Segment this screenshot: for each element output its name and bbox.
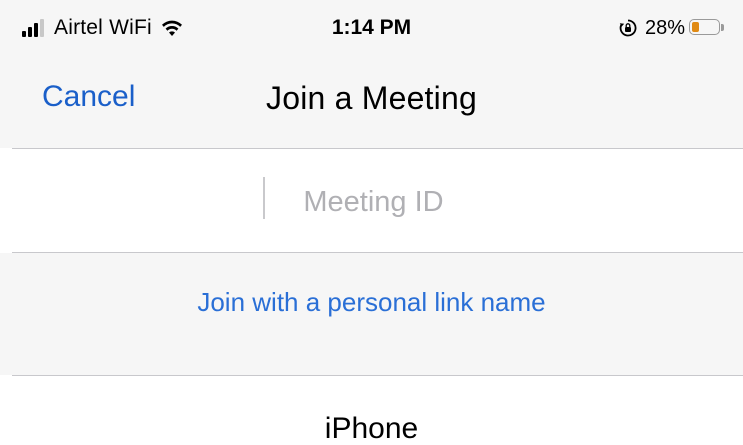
device-name-row: iPhone (0, 376, 743, 445)
status-right: 28% (619, 14, 725, 42)
orientation-lock-icon (619, 19, 637, 37)
battery-icon (689, 19, 725, 37)
personal-link-row: Join with a personal link name (0, 253, 743, 375)
status-bar: Airtel WiFi 1:14 PM 28% (0, 0, 743, 58)
meeting-id-row (0, 149, 743, 252)
join-meeting-screen: Airtel WiFi 1:14 PM 28% Cancel Join a Me… (0, 0, 743, 445)
navigation-bar: Cancel Join a Meeting (0, 58, 743, 148)
battery-percent: 28% (644, 16, 685, 39)
text-cursor (263, 177, 265, 219)
join-personal-link-button[interactable]: Join with a personal link name (0, 287, 743, 318)
battery-fill (692, 22, 699, 32)
page-title: Join a Meeting (266, 80, 477, 116)
device-name-field[interactable]: iPhone (0, 412, 743, 445)
meeting-id-input[interactable] (0, 179, 743, 225)
